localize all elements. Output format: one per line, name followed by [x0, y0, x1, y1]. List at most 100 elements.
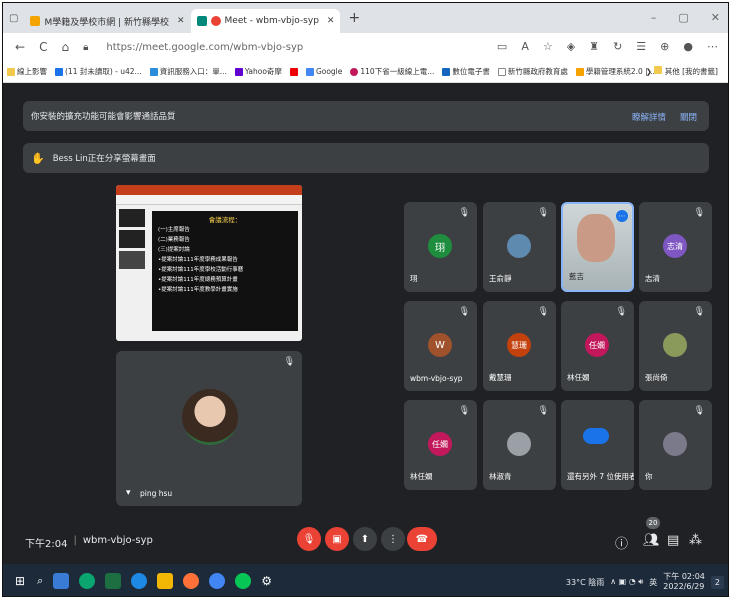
shared-screen[interactable]: 會議流程： (一)主席報告 (二)業務報告 (三)提案討論 •提案討論111年度…: [116, 185, 302, 341]
leave-call-button[interactable]: ☎︎: [407, 527, 437, 551]
participant-tile[interactable]: 🎙︎ 任嫻 林任嫻: [404, 400, 477, 490]
bookmark[interactable]: Yahoo奇摩: [234, 66, 282, 77]
ie-icon[interactable]: [131, 573, 148, 589]
bookmark[interactable]: [289, 67, 298, 76]
bookmark[interactable]: 新竹縣政府教育處: [497, 66, 568, 77]
banner-text: 你安裝的擴充功能可能會影響通話品質: [31, 112, 176, 122]
participant-tile[interactable]: 🎙︎ 慧珊 戴慧珊: [483, 301, 556, 391]
taskview-icon[interactable]: [53, 573, 70, 589]
site-icon: [350, 67, 359, 76]
camera-button[interactable]: ▣: [325, 527, 349, 551]
more-options-button[interactable]: ⋮: [381, 527, 405, 551]
home-icon[interactable]: ⌂: [61, 40, 69, 54]
settings-icon[interactable]: ⚙︎: [261, 574, 272, 588]
page-icon: [497, 67, 506, 76]
participant-tile[interactable]: 🎙︎ 張尚倚: [639, 301, 712, 391]
extension-icon[interactable]: ◈: [567, 40, 575, 53]
participant-tile[interactable]: 🎙︎ 志清 志清: [639, 202, 712, 292]
firefox-icon[interactable]: [183, 573, 200, 589]
bookmark[interactable]: 學籍管理系統2.0 |...: [575, 66, 655, 77]
close-tab-icon[interactable]: ✕: [327, 16, 335, 26]
tab-meet[interactable]: Meet - wbm-vbjo-syp ✕: [190, 9, 341, 33]
minimize-button[interactable]: –: [651, 11, 657, 24]
other-bookmarks[interactable]: ❯ 其他 [我的書籤]: [646, 66, 718, 77]
url-field[interactable]: https://meet.google.com/wbm-vbjo-syp: [106, 42, 303, 53]
profile-icon[interactable]: ●: [683, 40, 693, 53]
self-tile[interactable]: 🎙︎ 你: [639, 400, 712, 490]
favorite-icon[interactable]: ☆: [543, 40, 553, 53]
ime-indicator[interactable]: 英: [649, 577, 657, 588]
presenter-tile[interactable]: 🎙︎ ▾ ping hsu: [116, 351, 302, 506]
back-icon[interactable]: ←: [15, 40, 25, 54]
address-row: ← C ⌂ 🔒︎ https://meet.google.com/wbm-vbj…: [3, 33, 728, 61]
refresh-ext-icon[interactable]: ↻: [613, 40, 622, 53]
participant-tile[interactable]: 🎙︎ 王俞靜: [483, 202, 556, 292]
maximize-button[interactable]: ▢: [678, 11, 688, 24]
search-icon[interactable]: ⌕: [37, 574, 43, 588]
more-participants-tile[interactable]: 還有另外 7 位使用者: [561, 400, 634, 490]
collections-icon[interactable]: ⊕: [660, 40, 669, 53]
edge-icon[interactable]: [79, 573, 96, 589]
reload-icon[interactable]: C: [39, 40, 47, 54]
participant-tile-video[interactable]: ⋯ 藍吉: [561, 202, 634, 292]
mail-icon: [55, 67, 63, 76]
participant-tile[interactable]: 🎙︎ W wbm-vbjo-syp: [404, 301, 477, 391]
tray-icons[interactable]: ∧ ▣ ◔ 🔊︎: [610, 577, 643, 587]
participant-tile[interactable]: 🎙︎ 任嫻 林任嫻: [561, 301, 634, 391]
folder-icon: [654, 66, 663, 74]
read-aloud-icon[interactable]: A: [521, 40, 529, 53]
more-participants-label: 還有另外 7 位使用者: [567, 472, 634, 481]
new-tab-button[interactable]: +: [348, 10, 360, 26]
pin-icon[interactable]: ▾: [126, 488, 131, 498]
google-icon: [305, 67, 314, 76]
participant-tile[interactable]: 🎙︎ 林淑青: [483, 400, 556, 490]
bookmark[interactable]: 資訊服務入口：單...: [149, 66, 227, 77]
participant-name: 戴慧珊: [489, 373, 512, 382]
excel-icon[interactable]: [105, 573, 122, 589]
meet-favicon-icon: [196, 16, 207, 26]
present-button[interactable]: ⬆︎: [353, 527, 377, 551]
chrome-icon[interactable]: [209, 573, 226, 589]
slide-canvas: 會議流程： (一)主席報告 (二)業務報告 (三)提案討論 •提案討論111年度…: [152, 211, 298, 331]
meeting-info: 下午2:04 | wbm-vbjo-syp: [25, 535, 153, 550]
presenting-text: Bess Lin正在分享螢幕畫面: [52, 154, 156, 164]
extension2-icon[interactable]: ♜: [589, 40, 599, 53]
weather-text[interactable]: 33°C 陰雨: [566, 577, 604, 588]
close-window-button[interactable]: ✕: [711, 11, 720, 24]
favorites-bar-icon[interactable]: ☰: [636, 40, 646, 53]
clock[interactable]: 下午 02:04 2022/6/29: [663, 572, 705, 592]
tab-label: Meet - wbm-vbjo-syp: [224, 16, 319, 26]
info-icon[interactable]: ⓘ: [615, 533, 628, 552]
more-options-icon[interactable]: ⋯: [616, 210, 628, 222]
bookmark[interactable]: 110下省一級線上電...: [350, 66, 434, 77]
tab-actions-icon[interactable]: ▢: [9, 13, 18, 24]
mic-muted-icon: 🎙︎: [458, 406, 470, 416]
app-icon[interactable]: ▭: [497, 40, 507, 53]
mic-muted-icon: 🎙︎: [615, 307, 627, 317]
participant-tile[interactable]: 🎙︎ 珝 珝: [404, 202, 477, 292]
presenter-name: ping hsu: [140, 489, 173, 498]
activities-icon[interactable]: ⁂: [689, 533, 702, 548]
tab-school-site[interactable]: M學籍及學校市網 | 新竹縣學校 ✕: [24, 9, 190, 33]
lock-icon[interactable]: 🔒︎: [83, 42, 88, 53]
bookmark[interactable]: 線上影響: [7, 66, 47, 77]
start-icon[interactable]: ⊞: [15, 574, 25, 588]
more-icon[interactable]: ⋯: [707, 40, 718, 53]
explorer-icon[interactable]: [157, 573, 174, 589]
bookmark[interactable]: (11 封未讀取) - u42...: [55, 66, 142, 77]
mic-muted-icon: 🎙︎: [537, 406, 549, 416]
learn-more-link[interactable]: 瞭解詳情: [632, 111, 666, 123]
close-tab-icon[interactable]: ✕: [177, 16, 185, 26]
notifications-icon[interactable]: 2: [710, 575, 724, 589]
bookmark[interactable]: Google: [305, 67, 342, 76]
ppt-ribbon: [116, 185, 302, 195]
participants-button[interactable]: 👥︎: [643, 533, 660, 548]
bookmark[interactable]: 數位電子書: [442, 66, 490, 77]
dismiss-link[interactable]: 關閉: [680, 111, 697, 123]
system-tray: 33°C 陰雨 ∧ ▣ ◔ 🔊︎ 英 下午 02:04 2022/6/29 2: [566, 572, 724, 592]
mic-button[interactable]: 🎙︎: [297, 527, 321, 551]
line-icon[interactable]: [235, 573, 252, 589]
meeting-code: wbm-vbjo-syp: [82, 535, 153, 546]
chat-icon[interactable]: ▤: [667, 533, 679, 548]
mic-muted-icon: 🎙︎: [693, 406, 705, 416]
